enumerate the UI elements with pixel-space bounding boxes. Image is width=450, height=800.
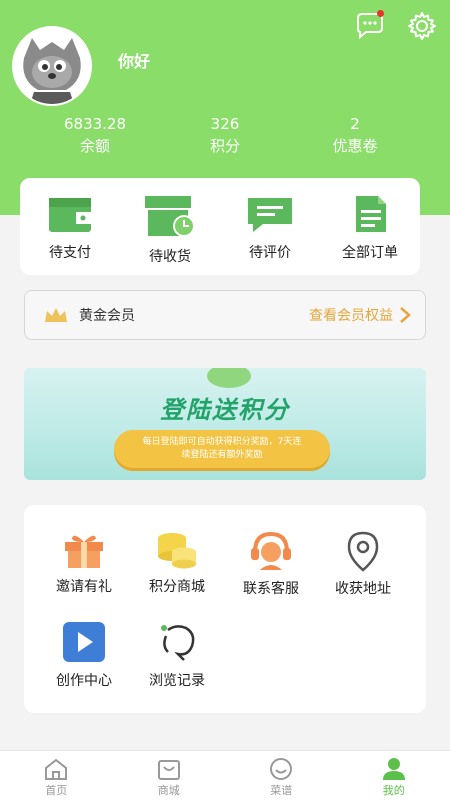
service-invite-label: 邀请有礼 — [56, 579, 112, 595]
services-card: 邀请有礼 积分商城 联系客服 收获地址 创作中心 浏览记录 — [24, 505, 426, 713]
order-pending-receipt[interactable]: 待收货 — [125, 194, 215, 275]
service-customer-support[interactable]: 联系客服 — [226, 530, 316, 598]
crown-icon — [45, 308, 67, 322]
shopping-bag-icon — [157, 760, 180, 780]
user-icon — [382, 758, 405, 780]
tab-mall[interactable]: 商城 — [113, 751, 226, 800]
location-pin-icon — [347, 531, 379, 572]
order-pending-payment[interactable]: 待支付 — [25, 194, 115, 275]
chevron-right-icon — [400, 307, 411, 323]
tab-recipes-label: 菜谱 — [270, 784, 293, 797]
tab-home-label: 首页 — [45, 784, 68, 797]
gear-icon — [408, 12, 436, 40]
tab-home[interactable]: 首页 — [0, 751, 113, 800]
smile-icon — [270, 758, 293, 780]
message-button[interactable] — [354, 10, 386, 42]
document-icon — [356, 196, 386, 232]
service-points-mall-label: 积分商城 — [149, 579, 205, 595]
order-pending-payment-label: 待支付 — [49, 245, 91, 261]
package-clock-icon — [145, 196, 195, 237]
banner-title: 登陆送积分 — [160, 396, 290, 424]
service-creator-center[interactable]: 创作中心 — [39, 620, 129, 690]
service-browse-history-label: 浏览记录 — [149, 673, 205, 689]
banner-text-line1: 每日登陆即可自动获得积分奖励，7天连 — [142, 437, 302, 447]
service-points-mall[interactable]: 积分商城 — [132, 530, 222, 596]
vip-title: 黄金会员 — [79, 308, 135, 324]
coupons-stat[interactable]: 2 优惠卷 — [300, 114, 410, 158]
tab-mine-label: 我的 — [382, 784, 405, 797]
banner-text-line2: 续登陆还有额外奖励 — [181, 450, 263, 460]
home-icon — [45, 758, 68, 780]
order-all-label: 全部订单 — [342, 245, 398, 261]
gift-icon — [65, 535, 103, 568]
orders-card: 待支付 待收货 待评价 全部订单 — [20, 178, 420, 275]
vip-benefits-label: 查看会员权益 — [309, 308, 393, 324]
balance-label: 余额 — [79, 137, 110, 155]
header-actions — [354, 10, 438, 42]
unread-dot — [377, 10, 384, 17]
points-value: 326 — [210, 115, 240, 133]
order-pending-review-label: 待评价 — [249, 245, 291, 261]
tab-recipes[interactable]: 菜谱 — [225, 751, 338, 800]
account-stats: 6833.28 余额 326 积分 2 优惠卷 — [0, 114, 450, 158]
balance-value: 6833.28 — [63, 115, 127, 133]
history-icon — [161, 625, 195, 661]
banner-info-button[interactable]: 每日登陆即可自动获得积分奖励，7天连 续登陆还有额外奖励 — [114, 430, 330, 468]
points-label: 积分 — [209, 137, 240, 155]
bottom-tab-bar: 首页 商城 菜谱 我的 — [0, 750, 450, 800]
wolf-avatar-icon — [14, 28, 90, 104]
service-browse-history[interactable]: 浏览记录 — [132, 620, 222, 690]
username: 你好 — [118, 52, 151, 71]
headset-icon — [251, 531, 291, 570]
coupons-label: 优惠卷 — [332, 137, 378, 155]
service-creator-center-label: 创作中心 — [56, 673, 112, 689]
wallet-icon — [49, 198, 91, 232]
service-address[interactable]: 收获地址 — [318, 530, 408, 598]
order-pending-review[interactable]: 待评价 — [225, 194, 315, 275]
vip-membership-bar[interactable]: 黄金会员 查看会员权益 — [24, 290, 426, 340]
service-customer-support-label: 联系客服 — [243, 581, 299, 597]
video-play-icon — [63, 622, 105, 662]
settings-button[interactable] — [406, 10, 438, 42]
login-points-banner[interactable]: 登陆送积分 每日登陆即可自动获得积分奖励，7天连 续登陆还有额外奖励 — [24, 368, 426, 480]
order-pending-receipt-label: 待收货 — [149, 249, 191, 265]
service-address-label: 收获地址 — [335, 581, 391, 597]
points-stat[interactable]: 326 积分 — [170, 114, 280, 158]
balance-stat[interactable]: 6833.28 余额 — [40, 114, 150, 158]
vip-benefits-link[interactable]: 查看会员权益 — [309, 305, 411, 325]
tab-mall-label: 商城 — [157, 784, 180, 797]
comment-icon — [248, 198, 292, 232]
service-invite[interactable]: 邀请有礼 — [39, 530, 129, 596]
coupons-value: 2 — [350, 115, 360, 133]
order-all[interactable]: 全部订单 — [325, 194, 415, 275]
coins-icon — [158, 533, 196, 569]
tab-mine[interactable]: 我的 — [338, 751, 450, 800]
avatar[interactable] — [12, 26, 92, 106]
